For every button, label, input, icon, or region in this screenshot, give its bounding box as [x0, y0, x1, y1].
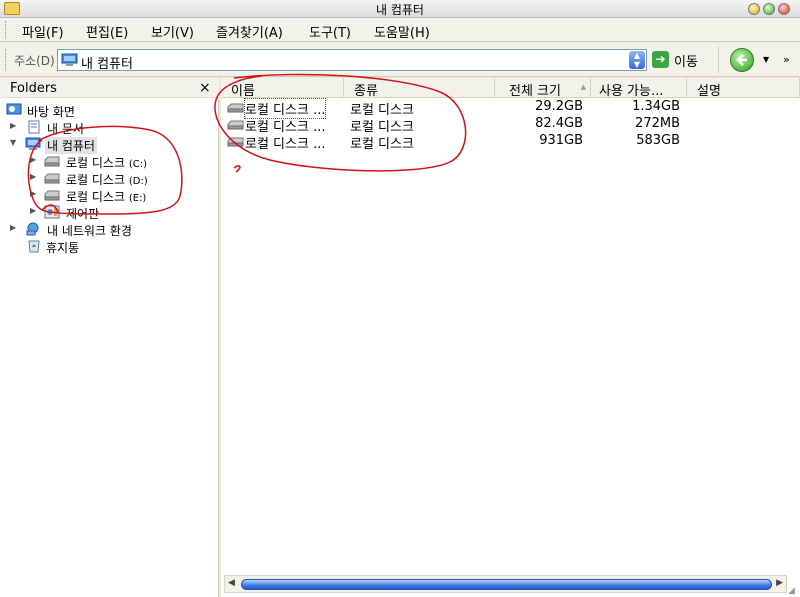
free-space-cell: 1.34GB — [632, 99, 680, 114]
desktop-icon — [6, 103, 22, 115]
folders-title: Folders — [10, 81, 57, 96]
free-space-cell: 272MB — [635, 116, 680, 131]
arrow-right-icon: ➔ — [652, 51, 669, 68]
control-panel-icon — [44, 205, 60, 219]
file-list: 이름 종류 전체 크기 사용 가능... 설명 로컬 디스크 ... 로컬 디스… — [221, 78, 800, 597]
total-size-cell: 29.2GB — [535, 99, 583, 114]
tree-item-label: 로컬 디스크 (D:) — [66, 173, 148, 187]
tree-item-label: 바탕 화면 — [27, 105, 75, 119]
column-header-name[interactable]: 이름 — [221, 78, 344, 99]
computer-icon — [25, 137, 41, 150]
back-dropdown-icon[interactable]: ▼ — [763, 55, 769, 64]
hard-drive-icon — [44, 173, 60, 184]
type-cell: 로컬 디스크 — [350, 137, 414, 152]
go-button[interactable]: ➔ 이동 — [652, 50, 712, 70]
hard-drive-icon — [227, 120, 244, 130]
table-row[interactable]: 로컬 디스크 ... 로컬 디스크 931GB 583GB — [221, 133, 800, 152]
menu-tools[interactable]: 도구(T) — [309, 22, 351, 41]
name-cell: 로컬 디스크 ... — [245, 137, 326, 152]
table-row[interactable]: 로컬 디스크 ... 로컬 디스크 82.4GB 272MB — [221, 116, 800, 135]
menu-favorites[interactable]: 즐겨찾기(A) — [216, 22, 283, 41]
menu-view[interactable]: 보기(V) — [151, 22, 194, 41]
documents-icon — [28, 120, 40, 134]
free-space-cell: 583GB — [636, 133, 680, 148]
window-title: 내 컴퓨터 — [376, 3, 424, 17]
expand-icon[interactable]: ▶ — [30, 206, 39, 218]
hard-drive-icon — [227, 137, 244, 147]
resize-grip-icon[interactable]: ◢ — [788, 586, 795, 596]
menu-bar: 파일(F) 편집(E) 보기(V) 즐겨찾기(A) 도구(T) 도움말(H) — [0, 18, 800, 42]
horizontal-scrollbar[interactable]: ◀ ▶ — [224, 575, 787, 593]
tree-item-label: 로컬 디스크 (E:) — [66, 190, 147, 204]
close-button[interactable] — [778, 3, 790, 15]
toolbar-grip[interactable] — [5, 21, 8, 39]
total-size-cell: 931GB — [539, 133, 583, 148]
hard-drive-icon — [227, 103, 244, 113]
title-bar: 내 컴퓨터 — [0, 0, 800, 18]
tree-item-label: 내 컴퓨터 — [45, 137, 97, 154]
address-input[interactable]: 내 컴퓨터 ▲ ▼ — [57, 49, 647, 72]
total-size-cell: 82.4GB — [535, 116, 583, 131]
folders-panel: Folders × 바탕 화면 ▶ 내 문서 ▼ 내 컴퓨터 ▶ 로컬 디스크 … — [0, 78, 219, 597]
column-header-total-size[interactable]: 전체 크기 — [495, 78, 591, 99]
expand-icon[interactable]: ▶ — [10, 121, 19, 133]
expand-icon[interactable]: ▶ — [30, 189, 39, 201]
expand-icon[interactable]: ▶ — [30, 155, 39, 167]
address-bar: 주소(D) 내 컴퓨터 ▲ ▼ ➔ 이동 ▼ » — [0, 43, 800, 77]
close-icon[interactable]: × — [199, 80, 211, 96]
hard-drive-icon — [44, 156, 60, 167]
toolbar-grip[interactable] — [5, 49, 8, 71]
arrow-left-icon — [736, 54, 747, 66]
hard-drive-icon — [44, 190, 60, 201]
tree-item-label: 로컬 디스크 (C:) — [66, 156, 147, 170]
scroll-right-icon[interactable]: ▶ — [776, 578, 783, 588]
tree-item-label: 내 문서 — [47, 122, 84, 136]
go-label: 이동 — [674, 55, 698, 70]
folders-header: Folders × — [0, 78, 219, 98]
menu-edit[interactable]: 편집(E) — [86, 22, 128, 41]
toolbar-separator — [718, 47, 719, 73]
menu-help[interactable]: 도움말(H) — [374, 22, 430, 41]
computer-icon — [61, 53, 78, 66]
address-label: 주소(D) — [14, 54, 55, 68]
minimize-button[interactable] — [748, 3, 760, 15]
toolbar-overflow-icon[interactable]: » — [783, 53, 790, 66]
expand-icon[interactable]: ▶ — [30, 172, 39, 184]
column-header-type[interactable]: 종류 — [344, 78, 495, 99]
tree-item-label: 제어판 — [66, 207, 100, 221]
table-row[interactable]: 로컬 디스크 ... 로컬 디스크 29.2GB 1.34GB — [221, 98, 800, 119]
column-header-free-space[interactable]: 사용 가능... — [591, 78, 687, 99]
expand-icon[interactable]: ▶ — [10, 223, 19, 235]
scrollbar-thumb[interactable] — [241, 579, 772, 590]
collapse-icon[interactable]: ▼ — [10, 138, 19, 150]
menu-file[interactable]: 파일(F) — [22, 22, 64, 41]
address-value: 내 컴퓨터 — [81, 57, 133, 72]
column-header-description[interactable]: 설명 — [687, 78, 800, 99]
back-button[interactable] — [730, 48, 754, 72]
tree-item-label: 내 네트워크 환경 — [47, 224, 132, 238]
tree-item-label: 휴지통 — [46, 241, 80, 255]
recycle-bin-icon — [28, 240, 40, 253]
scroll-left-icon[interactable]: ◀ — [228, 578, 235, 588]
maximize-button[interactable] — [763, 3, 775, 15]
address-dropdown-button[interactable]: ▲ ▼ — [629, 51, 645, 69]
network-icon — [26, 222, 39, 236]
